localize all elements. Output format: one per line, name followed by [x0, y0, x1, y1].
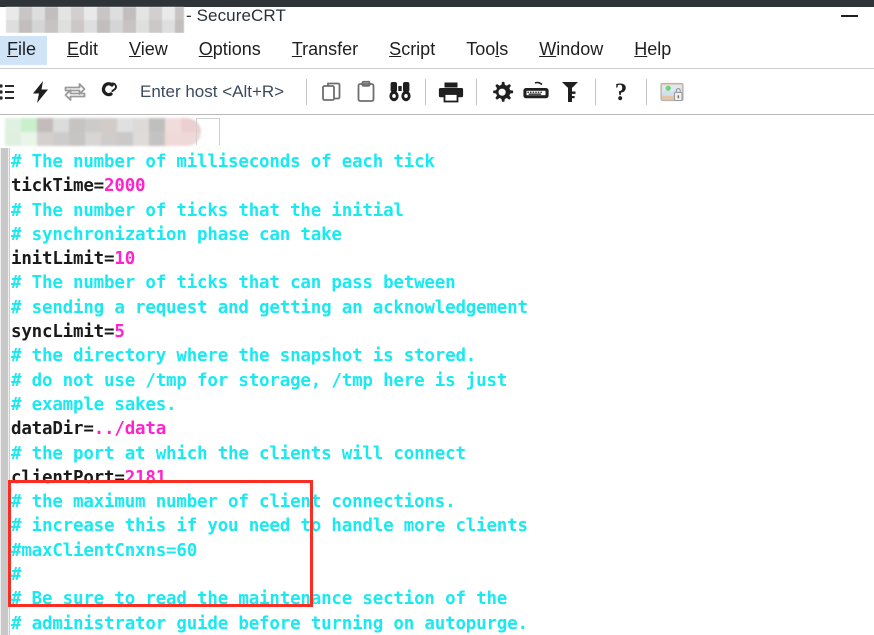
disconnect-icon[interactable]	[92, 75, 126, 109]
censored-session-name	[6, 7, 184, 33]
secure-image-icon[interactable]	[655, 75, 689, 109]
terminal-text-segment: ../data	[93, 419, 167, 440]
menu-item-edit[interactable]: Edit	[56, 36, 109, 65]
terminal-pane[interactable]: # The number of milliseconds of each tic…	[0, 148, 874, 635]
terminal-line: initLimit=10	[11, 247, 874, 271]
tab-strip	[0, 115, 874, 148]
tab-new-placeholder[interactable]	[196, 118, 220, 145]
terminal-text-segment: # The number of ticks that the initial	[11, 200, 404, 221]
terminal-line: # sending a request and getting an ackno…	[11, 296, 874, 320]
terminal-text-segment: # administrator guide before turning on …	[11, 613, 528, 634]
terminal-text-segment: 5	[114, 322, 125, 343]
terminal-text-segment: # synchronization phase can take	[11, 224, 342, 245]
terminal-text-segment: # example sakes.	[11, 394, 177, 415]
help-icon[interactable]: ?	[604, 75, 638, 109]
menu-item-view[interactable]: View	[118, 36, 179, 65]
terminal-text-segment: 2000	[104, 176, 146, 197]
quick-connect-icon[interactable]	[24, 75, 58, 109]
terminal-text-segment: # do not use /tmp for storage, /tmp here…	[11, 370, 508, 391]
terminal-scrollbar-thumb[interactable]	[1, 148, 8, 635]
toolbar: Enter host <Alt+R> ?	[0, 69, 874, 115]
menu-item-transfer[interactable]: Transfer	[281, 36, 369, 65]
terminal-text-segment: # The number of ticks that can pass betw…	[11, 273, 456, 294]
terminal-line: #maxClientCnxns=60	[11, 539, 874, 563]
terminal-line: # increase this if you need to handle mo…	[11, 514, 874, 538]
terminal-text-segment: # the directory where the snapshot is st…	[11, 346, 477, 367]
terminal-line: # The number of ticks that the initial	[11, 199, 874, 223]
toolbar-separator-1	[306, 78, 308, 105]
terminal-line: tickTime=2000	[11, 174, 874, 198]
copy-icon[interactable]	[315, 75, 349, 109]
toolbar-separator-2	[425, 78, 427, 105]
terminal-text-segment: 10	[114, 249, 136, 270]
menu-item-script[interactable]: Script	[378, 36, 446, 65]
terminal-line: # the port at which the clients will con…	[11, 442, 874, 466]
terminal-text-segment: tickTime=	[11, 176, 105, 197]
title-bar-dark-strip	[0, 0, 874, 7]
terminal-line: # Be sure to read the maintenance sectio…	[11, 587, 874, 611]
terminal-text-segment: dataDir=	[11, 419, 94, 440]
toolbar-separator-5	[646, 78, 648, 105]
terminal-text-segment: # the maximum number of client connectio…	[11, 492, 456, 513]
terminal-text-segment: # The number of milliseconds of each tic…	[11, 152, 435, 172]
terminal-line: # The number of milliseconds of each tic…	[11, 150, 874, 174]
print-icon[interactable]	[434, 75, 468, 109]
terminal-text-segment: # the port at which the clients will con…	[11, 443, 466, 464]
host-input[interactable]: Enter host <Alt+R>	[140, 82, 284, 102]
minimize-button[interactable]	[841, 15, 858, 17]
terminal-line: # the directory where the snapshot is st…	[11, 344, 874, 368]
terminal-scrollbar[interactable]	[0, 148, 10, 635]
key-icon[interactable]	[553, 75, 587, 109]
menu-bar: File Edit View Options Transfer Script T…	[0, 33, 874, 69]
toolbar-separator-4	[595, 78, 597, 105]
session-manager-icon[interactable]	[0, 75, 24, 109]
settings-gear-icon[interactable]	[485, 75, 519, 109]
terminal-line: dataDir=../data	[11, 417, 874, 441]
svg-text:?: ?	[615, 79, 628, 105]
terminal-text-segment: 2181	[124, 467, 167, 488]
terminal-text-segment: # Be sure to read the maintenance sectio…	[11, 589, 508, 610]
terminal-line: # The number of ticks that can pass betw…	[11, 271, 874, 295]
terminal-line: syncLimit=5	[11, 320, 874, 344]
menu-item-window[interactable]: Window	[528, 36, 614, 65]
menu-item-tools[interactable]: Tools	[455, 36, 519, 65]
reconnect-icon[interactable]	[58, 75, 92, 109]
terminal-text-segment: #maxClientCnxns=60	[11, 540, 198, 561]
terminal-line: # the maximum number of client connectio…	[11, 490, 874, 514]
terminal-line: #	[11, 563, 874, 587]
find-icon[interactable]	[383, 75, 417, 109]
securecrt-window: - SecureCRT File Edit View Options Trans…	[0, 0, 874, 635]
window-title: - SecureCRT	[186, 6, 286, 25]
terminal-line: clientPort=2181	[11, 466, 874, 490]
censored-session-tab[interactable]	[5, 118, 201, 146]
title-bar: - SecureCRT	[0, 0, 874, 33]
menu-item-options[interactable]: Options	[188, 36, 272, 65]
terminal-line: # administrator guide before turning on …	[11, 612, 874, 635]
terminal-text-segment: # increase this if you need to handle mo…	[11, 516, 528, 537]
terminal-output: # The number of milliseconds of each tic…	[11, 150, 874, 635]
menu-item-file[interactable]: File	[0, 36, 48, 65]
terminal-line: # example sakes.	[11, 393, 874, 417]
terminal-line: # synchronization phase can take	[11, 223, 874, 247]
menu-item-help[interactable]: Help	[623, 36, 682, 65]
terminal-text-segment: #	[11, 565, 22, 586]
terminal-text-segment: syncLimit=	[11, 322, 115, 343]
terminal-text-segment: # sending a request and getting an ackno…	[11, 297, 528, 318]
terminal-text-segment: initLimit=	[11, 249, 115, 270]
toolbar-separator-3	[476, 78, 478, 105]
terminal-line: # do not use /tmp for storage, /tmp here…	[11, 369, 874, 393]
terminal-text-segment: clientPort=	[11, 467, 125, 488]
keymap-icon[interactable]	[519, 75, 553, 109]
paste-icon[interactable]	[349, 75, 383, 109]
